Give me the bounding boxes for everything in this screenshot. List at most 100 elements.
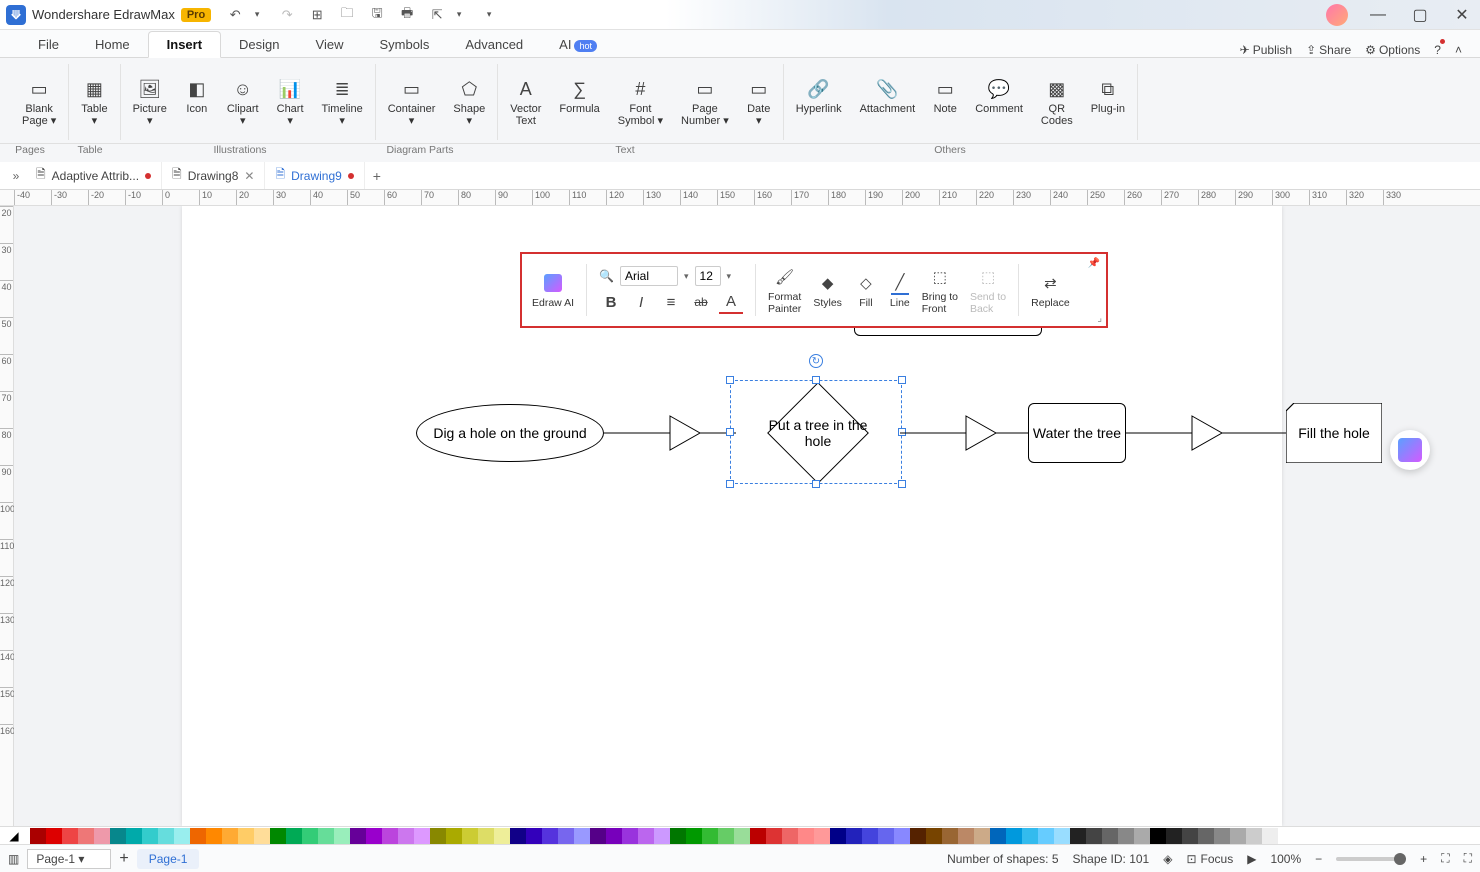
color-swatch[interactable] <box>878 828 894 844</box>
color-swatch[interactable] <box>814 828 830 844</box>
color-swatch[interactable] <box>382 828 398 844</box>
edraw-ai-section[interactable]: Edraw AI <box>532 271 574 309</box>
ribbon-plugin-button[interactable]: ⧉Plug-in <box>1087 75 1129 129</box>
color-swatch[interactable] <box>670 828 686 844</box>
color-swatch[interactable] <box>318 828 334 844</box>
color-swatch[interactable] <box>78 828 94 844</box>
color-swatch[interactable] <box>798 828 814 844</box>
menu-tab-ai[interactable]: AIhot <box>541 32 615 57</box>
connector[interactable] <box>900 430 966 440</box>
ribbon-note-button[interactable]: ▭Note <box>929 75 961 129</box>
color-swatch[interactable] <box>1102 828 1118 844</box>
options-button[interactable]: ⚙Options <box>1365 43 1420 57</box>
font-size-input[interactable] <box>695 266 721 286</box>
canvas[interactable]: 📌 ⌟ Edraw AI 🔍 ▾ ▾ B <box>14 206 1480 826</box>
color-swatch[interactable] <box>1022 828 1038 844</box>
ribbon-attachment-button[interactable]: 📎Attachment <box>856 75 920 129</box>
color-swatch[interactable] <box>1262 828 1278 844</box>
color-swatch[interactable] <box>542 828 558 844</box>
pin-icon[interactable]: 📌 <box>1088 258 1100 269</box>
color-swatch[interactable] <box>750 828 766 844</box>
font-name-input[interactable] <box>620 266 678 286</box>
shape-ellipse[interactable]: Dig a hole on the ground <box>416 404 604 462</box>
resize-handle-icon[interactable]: ⌟ <box>1097 313 1102 324</box>
sel-handle-nw[interactable] <box>726 376 734 384</box>
fill-button[interactable]: ◇Fill <box>854 271 878 309</box>
ai-floating-button[interactable] <box>1390 430 1430 470</box>
ribbon-picture-button[interactable]: 🖼Picture ▾ <box>129 75 171 129</box>
color-swatch[interactable] <box>510 828 526 844</box>
fit-page-button[interactable]: ⛶ <box>1441 851 1449 866</box>
tab-close-button[interactable]: ✕ <box>244 169 254 183</box>
connector[interactable] <box>1126 430 1192 440</box>
color-swatch[interactable] <box>462 828 478 844</box>
color-swatch[interactable] <box>478 828 494 844</box>
color-swatch[interactable] <box>46 828 62 844</box>
close-button[interactable]: ✕ <box>1450 3 1474 27</box>
color-swatch[interactable] <box>142 828 158 844</box>
color-swatch[interactable] <box>414 828 430 844</box>
maximize-button[interactable]: ▢ <box>1408 3 1432 27</box>
color-swatch[interactable] <box>1150 828 1166 844</box>
menu-tab-view[interactable]: View <box>298 32 362 57</box>
color-swatch[interactable] <box>62 828 78 844</box>
color-swatch[interactable] <box>990 828 1006 844</box>
color-swatch[interactable] <box>222 828 238 844</box>
undo-dropdown[interactable]: ▾ <box>247 5 267 25</box>
color-swatch[interactable] <box>206 828 222 844</box>
color-swatch[interactable] <box>1166 828 1182 844</box>
more-button[interactable]: ▾ <box>479 5 499 25</box>
zoom-thumb[interactable] <box>1394 853 1406 865</box>
color-swatch[interactable] <box>398 828 414 844</box>
ribbon-timeline-button[interactable]: ≣Timeline ▾ <box>318 75 367 129</box>
color-swatch[interactable] <box>302 828 318 844</box>
line-button[interactable]: ╱Line <box>890 271 910 309</box>
ribbon-comment-button[interactable]: 💬Comment <box>971 75 1027 129</box>
sel-handle-w[interactable] <box>726 428 734 436</box>
send-back-button[interactable]: ⬚Send to Back <box>970 265 1006 315</box>
ribbon-vector-button[interactable]: AVector Text <box>506 75 545 129</box>
ribbon-page-button[interactable]: ▭Page Number ▾ <box>677 75 733 129</box>
ribbon-table-button[interactable]: ▦Table ▾ <box>77 75 111 129</box>
share-button[interactable]: ⇪Share <box>1306 43 1351 57</box>
export-button[interactable]: ⇱ <box>427 5 447 25</box>
color-swatch[interactable] <box>254 828 270 844</box>
color-swatch[interactable] <box>702 828 718 844</box>
doc-tab-drawing8[interactable]: 🗎Drawing8✕ <box>162 162 265 189</box>
color-swatch[interactable] <box>350 828 366 844</box>
color-swatch[interactable] <box>126 828 142 844</box>
add-page-button[interactable]: + <box>119 850 128 868</box>
color-swatch[interactable] <box>590 828 606 844</box>
ribbon-date-button[interactable]: ▭Date ▾ <box>743 75 775 129</box>
color-swatch[interactable] <box>238 828 254 844</box>
font-dropdown-icon[interactable]: ▾ <box>684 271 689 282</box>
fill-tool-icon[interactable]: ◢ <box>4 828 24 844</box>
help-button[interactable]: ? <box>1434 43 1441 57</box>
color-swatch[interactable] <box>30 828 46 844</box>
bring-front-button[interactable]: ⬚Bring to Front <box>922 265 958 315</box>
color-swatch[interactable] <box>1054 828 1070 844</box>
color-swatch[interactable] <box>1070 828 1086 844</box>
color-swatch[interactable] <box>446 828 462 844</box>
menu-tab-home[interactable]: Home <box>77 32 148 57</box>
size-dropdown-icon[interactable]: ▾ <box>727 271 732 282</box>
shape-diamond[interactable]: Put a tree in the hole <box>736 381 900 485</box>
menu-tab-advanced[interactable]: Advanced <box>447 32 541 57</box>
color-swatch[interactable] <box>830 828 846 844</box>
color-swatch[interactable] <box>286 828 302 844</box>
color-swatch[interactable] <box>926 828 942 844</box>
color-swatch[interactable] <box>974 828 990 844</box>
connector[interactable] <box>604 430 670 440</box>
arrow-triangle[interactable] <box>670 416 702 450</box>
publish-button[interactable]: ✈Publish <box>1240 43 1292 57</box>
sel-handle-se[interactable] <box>898 480 906 488</box>
minimize-button[interactable]: — <box>1366 3 1390 27</box>
redo-button[interactable]: ↷ <box>277 5 297 25</box>
expand-tabs-button[interactable]: » <box>6 169 26 183</box>
color-swatch[interactable] <box>638 828 654 844</box>
color-swatch[interactable] <box>606 828 622 844</box>
print-button[interactable]: 🖶 <box>397 5 417 25</box>
color-swatch[interactable] <box>766 828 782 844</box>
color-swatch[interactable] <box>494 828 510 844</box>
open-button[interactable]: 🗀 <box>337 5 357 25</box>
